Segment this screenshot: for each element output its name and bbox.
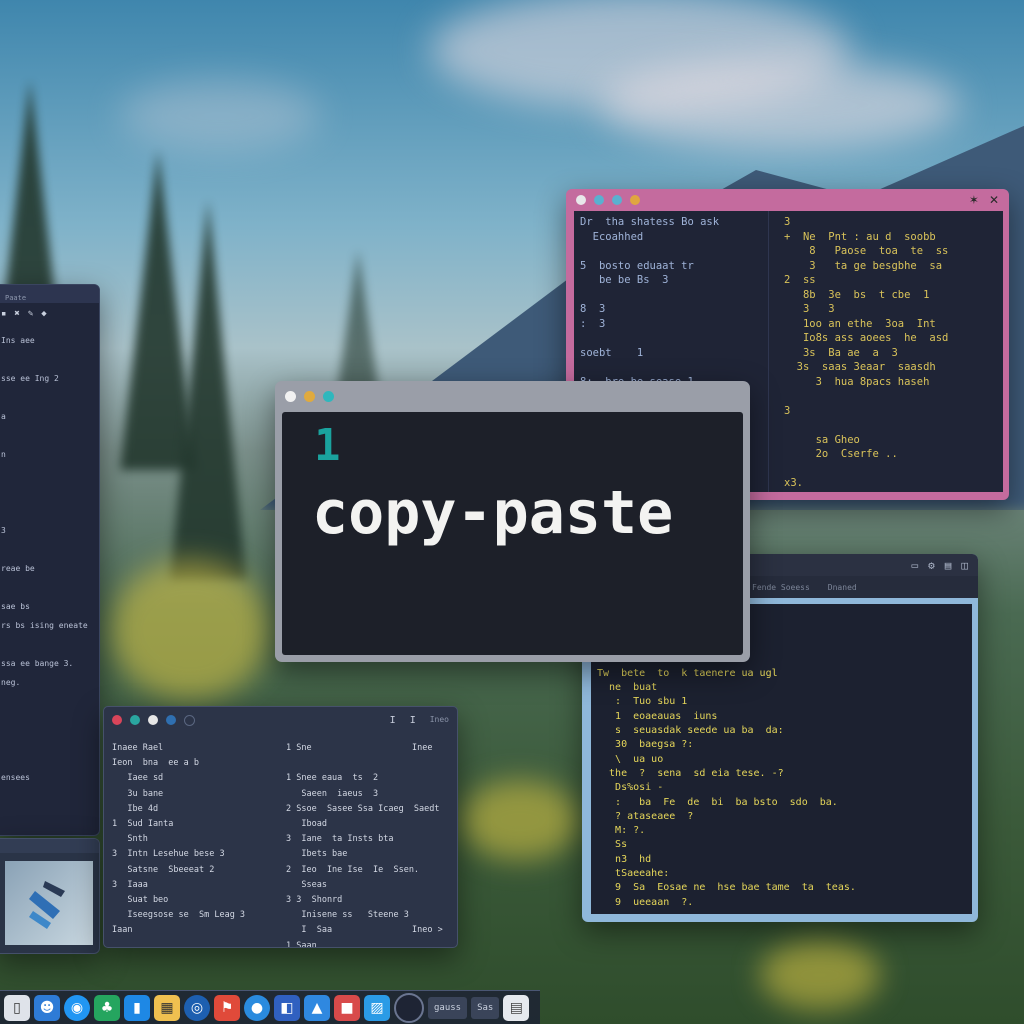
message-icon[interactable]: ■ bbox=[334, 994, 360, 1021]
maximize-button[interactable] bbox=[612, 195, 622, 205]
xcode-icon[interactable]: ▲ bbox=[304, 994, 330, 1021]
window-controls[interactable] bbox=[285, 390, 334, 402]
flag-icon[interactable]: ⚑ bbox=[214, 994, 240, 1021]
main-window-editor[interactable]: 1 copy-paste bbox=[282, 412, 743, 655]
pink-code-column-2: 3 + Ne Pnt : au d soobb 8 Paose toa te s… bbox=[784, 216, 949, 489]
dock-label[interactable]: Sas bbox=[471, 996, 500, 1019]
maximize-button[interactable] bbox=[148, 715, 158, 725]
book-icon[interactable]: ▮ bbox=[124, 994, 150, 1021]
pink-window-titlebar[interactable]: ✶ ✕ bbox=[566, 189, 1009, 211]
close-button[interactable] bbox=[112, 715, 122, 725]
toolbar-icon[interactable]: ◆ bbox=[41, 309, 46, 319]
window-controls[interactable] bbox=[576, 195, 640, 205]
tab[interactable]: Fende Soeess bbox=[752, 583, 810, 592]
column-divider bbox=[768, 211, 769, 492]
flowers bbox=[760, 940, 880, 1010]
dock-label[interactable]: gauss bbox=[428, 996, 468, 1019]
left-window-content: Ins aee sse ee Ing 2 a n 3 reae be sae b… bbox=[1, 336, 88, 782]
cursor-icon[interactable]: I bbox=[410, 715, 416, 726]
file-list-window[interactable]: I I Ineo Inaee Rael Ieon bna ee a b Iaee… bbox=[103, 706, 458, 948]
cloud bbox=[600, 60, 960, 150]
list-window-titlebar[interactable]: I I Ineo bbox=[104, 707, 457, 733]
close-button[interactable] bbox=[576, 195, 586, 205]
toolbar-icon[interactable]: ▪ bbox=[1, 309, 6, 319]
minimize-button[interactable] bbox=[594, 195, 604, 205]
line-number: 1 bbox=[314, 420, 341, 471]
extra-button[interactable] bbox=[630, 195, 640, 205]
finder-icon[interactable]: ☻ bbox=[34, 994, 60, 1021]
left-window-titlebar[interactable]: Paate bbox=[0, 285, 99, 303]
pin-icon[interactable]: ✶ bbox=[969, 193, 979, 207]
extra-button[interactable] bbox=[166, 715, 176, 725]
main-window-titlebar[interactable] bbox=[275, 381, 750, 411]
close-button[interactable] bbox=[285, 390, 296, 402]
photos-icon[interactable]: ▦ bbox=[154, 994, 180, 1021]
document-icon[interactable]: ▤ bbox=[503, 994, 530, 1021]
thumbnail-image bbox=[5, 861, 93, 945]
eye-icon[interactable]: ◎ bbox=[184, 994, 210, 1021]
toolbar-icon[interactable]: ◫ bbox=[961, 559, 968, 572]
list-column-1[interactable]: Inaee Rael Ieon bna ee a b Iaee sd 3u ba… bbox=[112, 741, 245, 939]
left-window-toolbar[interactable]: ▪ ✖ ✎ ◆ bbox=[0, 303, 99, 325]
globe-icon[interactable]: ● bbox=[244, 994, 270, 1021]
toolbar-icon[interactable]: ▤ bbox=[945, 559, 952, 572]
toolbar-label[interactable]: Ineo bbox=[430, 715, 449, 726]
minimize-button[interactable] bbox=[130, 715, 140, 725]
launcher-icon[interactable] bbox=[394, 992, 424, 1023]
settings-icon[interactable]: ⚙ bbox=[928, 559, 935, 572]
app-icon[interactable]: ♣ bbox=[94, 994, 120, 1021]
tree bbox=[170, 200, 246, 580]
left-editor-window[interactable]: Paate ▪ ✖ ✎ ◆ Ins aee sse ee Ing 2 a n 3… bbox=[0, 284, 100, 836]
toolbar-icon[interactable]: ✖ bbox=[14, 309, 19, 319]
cursor-icon[interactable]: I bbox=[390, 715, 396, 726]
cloud bbox=[120, 80, 320, 150]
flowers bbox=[110, 560, 270, 700]
flowers bbox=[460, 780, 580, 860]
tab[interactable]: Dnaned bbox=[828, 583, 857, 592]
close-icon[interactable]: ✕ bbox=[989, 193, 999, 207]
main-title-text: copy-paste bbox=[312, 478, 674, 548]
tool-icon[interactable]: ◧ bbox=[274, 994, 300, 1021]
settings-icon[interactable]: ▨ bbox=[364, 994, 390, 1021]
extra-button[interactable] bbox=[184, 714, 195, 726]
maximize-button[interactable] bbox=[323, 390, 334, 402]
window-controls[interactable] bbox=[112, 714, 195, 726]
list-column-3[interactable]: Inee Ineo > bbox=[412, 741, 443, 939]
left-window-title: Paate bbox=[5, 294, 27, 302]
minimize-button[interactable] bbox=[304, 390, 315, 402]
toolbar-icon[interactable]: ✎ bbox=[28, 309, 33, 319]
toolbar-icon[interactable]: ▭ bbox=[912, 559, 919, 572]
thumbnail-titlebar[interactable] bbox=[0, 839, 99, 853]
browser-icon[interactable]: ◉ bbox=[64, 994, 90, 1021]
thumbnail-window[interactable] bbox=[0, 838, 100, 954]
copy-paste-window[interactable]: 1 copy-paste bbox=[275, 381, 750, 662]
list-window-toolbar[interactable]: I I Ineo bbox=[390, 715, 449, 726]
taskbar-dock[interactable]: ▯ ☻ ◉ ♣ ▮ ▦ ◎ ⚑ ● ◧ ▲ ■ ▨ gauss Sas ▤ bbox=[0, 990, 540, 1024]
file-icon[interactable]: ▯ bbox=[4, 994, 30, 1021]
pink-window-actions[interactable]: ✶ ✕ bbox=[969, 193, 999, 207]
